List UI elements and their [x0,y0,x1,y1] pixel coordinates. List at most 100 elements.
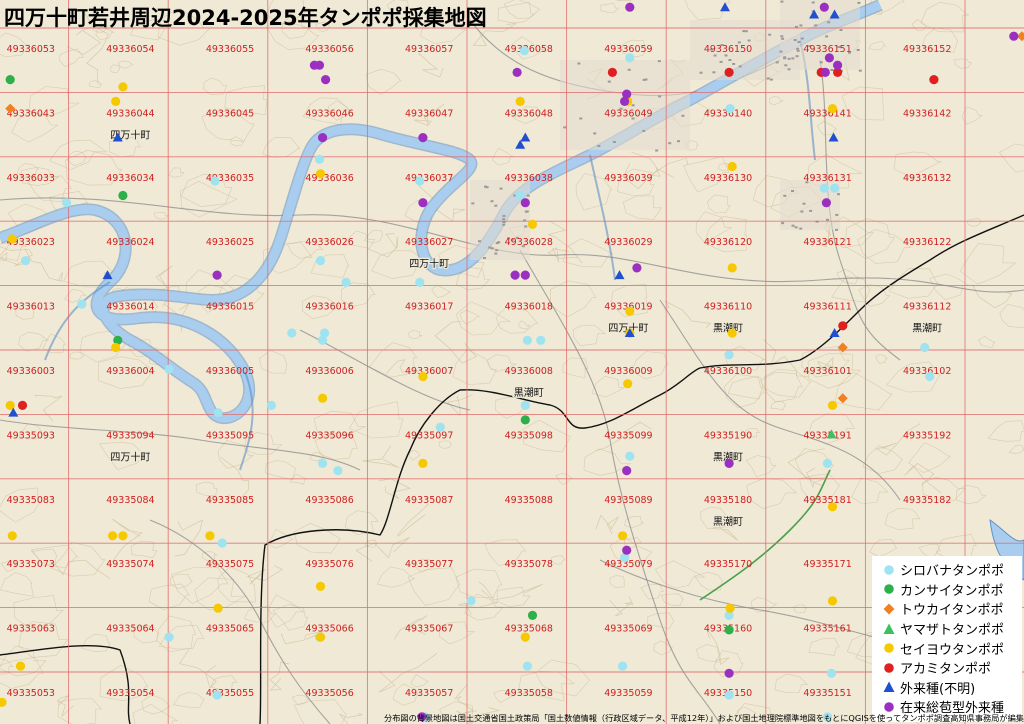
sample-point[interactable] [618,531,628,541]
sample-point[interactable] [929,75,939,85]
sample-point[interactable] [519,46,529,56]
sample-point[interactable] [520,632,530,642]
sample-point[interactable] [217,538,227,548]
sample-point[interactable] [5,75,15,85]
sample-point[interactable] [212,690,222,700]
sample-point[interactable] [724,67,734,77]
sample-point[interactable] [418,198,428,208]
sample-point[interactable] [819,2,829,12]
sample-point[interactable] [7,234,17,244]
sample-point[interactable] [418,371,428,382]
sample-point[interactable] [266,400,276,410]
sample-point[interactable] [213,408,223,418]
sample-point[interactable] [827,502,838,512]
sample-point[interactable] [727,328,737,338]
sample-point[interactable] [418,133,428,143]
sample-point[interactable] [213,603,223,613]
sample-point[interactable] [520,198,530,208]
sample-point[interactable] [522,661,533,671]
sample-point[interactable] [527,610,538,621]
sample-point[interactable] [827,596,838,606]
sample-point[interactable] [925,371,935,382]
sample-point[interactable] [415,277,425,287]
sample-point[interactable] [111,342,121,353]
map-canvas[interactable]: 49336053 49336054 49336055 49336056 49336057… [0,0,1024,724]
sample-point[interactable] [833,60,843,70]
sample-point[interactable] [724,625,734,635]
sample-point[interactable] [118,531,128,541]
sample-point[interactable] [315,581,326,592]
sample-point[interactable] [725,104,735,114]
sample-point[interactable] [118,82,128,92]
sample-point[interactable] [527,219,538,229]
sample-point[interactable] [205,531,215,541]
sample-point[interactable] [727,263,737,273]
sample-point[interactable] [724,458,734,468]
sample-point[interactable] [827,104,838,114]
sample-point[interactable] [314,154,325,164]
sample-point[interactable] [510,270,520,280]
sample-point[interactable] [315,632,326,642]
sample-point[interactable] [920,342,930,353]
sample-point[interactable] [111,96,121,106]
sample-point[interactable] [21,256,31,266]
sample-point[interactable] [826,668,837,678]
sample-point[interactable] [724,690,734,700]
sample-point[interactable] [625,2,635,12]
sample-point[interactable] [15,661,26,671]
sample-point[interactable] [415,176,425,186]
sample-point[interactable] [466,596,476,606]
sample-point[interactable] [318,335,328,345]
sample-point[interactable] [838,321,848,331]
sample-point[interactable] [821,198,832,208]
sample-point[interactable] [622,545,632,555]
sample-point[interactable] [1009,31,1019,41]
sample-point[interactable] [515,96,525,106]
sample-point[interactable] [118,190,128,201]
sample-point[interactable] [7,531,17,541]
sample-point[interactable] [820,67,830,77]
sample-point[interactable] [727,161,737,172]
sample-point[interactable] [164,364,174,374]
sample-point[interactable] [418,458,428,468]
sample-point[interactable] [725,603,735,613]
sample-point[interactable] [341,277,351,287]
sample-point[interactable] [625,306,635,316]
sample-point[interactable] [724,350,734,360]
sample-point[interactable] [827,400,838,410]
sample-point[interactable] [321,75,331,85]
sample-point[interactable] [632,263,642,273]
sample-point[interactable] [315,256,326,266]
sample-point[interactable] [520,400,530,410]
sample-point[interactable] [607,67,618,77]
sample-point[interactable] [830,183,840,193]
sample-point[interactable] [623,379,633,389]
sample-point[interactable] [512,67,522,77]
sample-point[interactable] [522,335,533,345]
sample-point[interactable] [212,270,222,280]
sample-point[interactable] [435,422,445,432]
sample-point[interactable] [625,451,635,461]
sample-point[interactable] [17,400,28,410]
sample-point[interactable] [536,335,546,345]
sample-point[interactable] [108,531,118,541]
sample-point[interactable] [314,60,325,70]
sample-point[interactable] [287,328,297,338]
sample-point[interactable] [315,169,326,179]
sample-point[interactable] [77,299,87,309]
sample-point[interactable] [824,53,835,63]
sample-point[interactable] [164,632,174,642]
sample-point[interactable] [333,466,343,476]
sample-point[interactable] [520,415,530,425]
sample-point[interactable] [618,661,628,671]
sample-point[interactable] [318,133,328,143]
sample-point[interactable] [822,458,833,468]
sample-point[interactable] [724,668,734,678]
sample-point[interactable] [819,183,829,193]
sample-point[interactable] [625,53,635,63]
sample-point[interactable] [318,393,328,403]
sample-point[interactable] [318,458,328,468]
sample-point[interactable] [520,270,530,280]
sample-point[interactable] [620,96,630,106]
sample-point[interactable] [62,198,72,208]
